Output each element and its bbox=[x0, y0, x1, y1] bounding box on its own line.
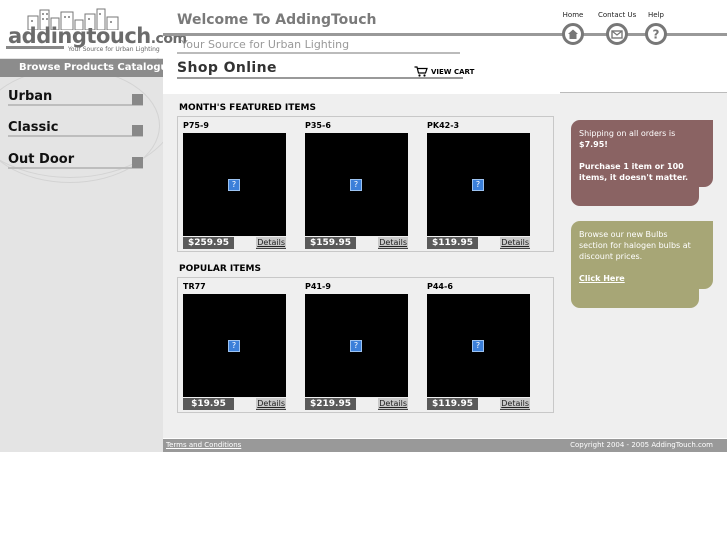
details-link[interactable]: Details bbox=[500, 398, 530, 410]
product-card: TR77 ? $19.95 Details bbox=[183, 282, 286, 411]
promo-tab bbox=[699, 120, 713, 188]
sidebar-item-label: Urban bbox=[8, 89, 53, 104]
product-price: $19.95 bbox=[183, 398, 234, 410]
click-here-link[interactable]: Click Here bbox=[579, 274, 625, 283]
product-card: P35-6 ? $159.95 Details bbox=[305, 121, 408, 250]
cart-icon bbox=[414, 66, 428, 77]
product-card: P41-9 ? $219.95 Details bbox=[305, 282, 408, 411]
product-price: $259.95 bbox=[183, 237, 234, 249]
sidebar: Browse Products Catalogue Urban Classic … bbox=[0, 58, 163, 452]
sidebar-item-urban[interactable]: Urban bbox=[8, 90, 143, 106]
product-image[interactable]: ? bbox=[183, 133, 286, 236]
details-link[interactable]: Details bbox=[500, 237, 530, 249]
right-column: Shipping on all orders is $7.95! Purchas… bbox=[560, 93, 727, 438]
image-placeholder-icon: ? bbox=[228, 179, 240, 191]
welcome-heading: Welcome To AddingTouch bbox=[177, 12, 377, 28]
page-title: Shop Online bbox=[177, 60, 277, 76]
help-icon[interactable]: ? bbox=[645, 23, 667, 45]
sidebar-item-label: Out Door bbox=[8, 152, 75, 167]
sidebar-item-label: Classic bbox=[8, 120, 59, 135]
product-code: P75-9 bbox=[183, 121, 209, 130]
shipping-promo-price: $7.95! bbox=[579, 140, 608, 149]
product-image[interactable]: ? bbox=[427, 133, 530, 236]
sidebar-item-out-door[interactable]: Out Door bbox=[8, 153, 143, 169]
product-code: TR77 bbox=[183, 282, 206, 291]
terms-link[interactable]: Terms and Conditions bbox=[166, 439, 241, 452]
image-placeholder-icon: ? bbox=[228, 340, 240, 352]
product-image[interactable]: ? bbox=[305, 133, 408, 236]
header: addingtouch.com Your Source for Urban Li… bbox=[0, 0, 727, 58]
shipping-promo-line1: Shipping on all orders is bbox=[579, 129, 676, 138]
square-bullet-icon bbox=[132, 157, 143, 168]
product-price: $119.95 bbox=[427, 237, 478, 249]
tagline-divider bbox=[177, 52, 460, 54]
nav-contact-label: Contact Us bbox=[598, 11, 637, 19]
sidebar-item-classic[interactable]: Classic bbox=[8, 121, 143, 137]
nav-home-label: Home bbox=[562, 11, 584, 19]
nav-home[interactable]: Home bbox=[562, 11, 584, 45]
product-image[interactable]: ? bbox=[183, 294, 286, 397]
nav-contact-us[interactable]: Contact Us bbox=[598, 11, 636, 45]
product-code: P35-6 bbox=[305, 121, 331, 130]
product-card: P44-6 ? $119.95 Details bbox=[427, 282, 530, 411]
product-code: P44-6 bbox=[427, 282, 453, 291]
product-price: $119.95 bbox=[427, 398, 478, 410]
title-divider bbox=[177, 77, 463, 79]
logo-bar bbox=[6, 46, 64, 49]
square-bullet-icon bbox=[132, 94, 143, 105]
footer: Terms and Conditions Copyright 2004 - 20… bbox=[163, 439, 727, 452]
product-code: PK42-3 bbox=[427, 121, 460, 130]
site-tagline: Your Source for Urban Lighting bbox=[181, 38, 350, 51]
view-cart-link[interactable]: VIEW CART bbox=[414, 66, 474, 77]
bulbs-promo: Browse our new Bulbs section for halogen… bbox=[571, 221, 713, 308]
details-link[interactable]: Details bbox=[256, 398, 286, 410]
details-link[interactable]: Details bbox=[256, 237, 286, 249]
image-placeholder-icon: ? bbox=[350, 179, 362, 191]
image-placeholder-icon: ? bbox=[472, 340, 484, 352]
shipping-promo-line2: Purchase 1 item or 100 items, it doesn't… bbox=[579, 162, 689, 182]
product-card: P75-9 ? $259.95 Details bbox=[183, 121, 286, 250]
popular-section-title: POPULAR ITEMS bbox=[179, 264, 261, 274]
product-image[interactable]: ? bbox=[427, 294, 530, 397]
logo-tagline: Your Source for Urban Lighting bbox=[68, 46, 160, 53]
product-price: $219.95 bbox=[305, 398, 356, 410]
browse-products-bar: Browse Products Catalogue bbox=[0, 59, 163, 77]
home-icon[interactable] bbox=[562, 23, 584, 45]
details-link[interactable]: Details bbox=[378, 398, 408, 410]
svg-text:?: ? bbox=[653, 28, 660, 40]
nav-help[interactable]: Help ? bbox=[645, 11, 667, 45]
featured-section-title: MONTH'S FEATURED ITEMS bbox=[179, 103, 316, 113]
product-code: P41-9 bbox=[305, 282, 331, 291]
main-content: Shop Online VIEW CART MONTH'S FEATURED I… bbox=[163, 58, 560, 438]
square-bullet-icon bbox=[132, 125, 143, 136]
mail-icon[interactable] bbox=[606, 23, 629, 45]
image-placeholder-icon: ? bbox=[472, 179, 484, 191]
header-divider bbox=[163, 33, 727, 36]
promo-tab bbox=[699, 221, 713, 289]
shipping-promo: Shipping on all orders is $7.95! Purchas… bbox=[571, 120, 713, 206]
site-logo[interactable]: addingtouch.com Your Source for Urban Li… bbox=[6, 6, 187, 53]
product-price: $159.95 bbox=[305, 237, 356, 249]
bulbs-promo-text: Browse our new Bulbs section for halogen… bbox=[579, 230, 691, 261]
view-cart-label: VIEW CART bbox=[431, 67, 475, 76]
image-placeholder-icon: ? bbox=[350, 340, 362, 352]
copyright-text: Copyright 2004 - 2005 AddingTouch.com bbox=[570, 441, 713, 449]
nav-help-label: Help bbox=[648, 11, 664, 19]
details-link[interactable]: Details bbox=[378, 237, 408, 249]
product-card: PK42-3 ? $119.95 Details bbox=[427, 121, 530, 250]
main-top-bar: Shop Online VIEW CART bbox=[163, 58, 560, 94]
product-image[interactable]: ? bbox=[305, 294, 408, 397]
